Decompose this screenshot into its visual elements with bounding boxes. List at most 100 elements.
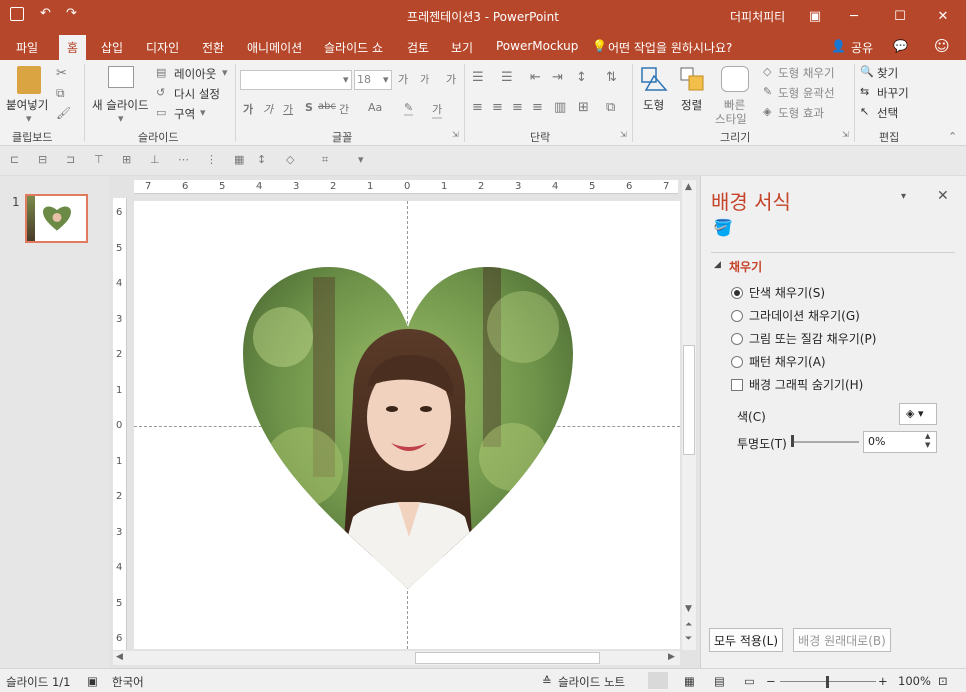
tab-transitions[interactable]: 전환	[202, 39, 224, 56]
collapse-ribbon-icon[interactable]: ⌃	[948, 130, 957, 143]
highlight-icon[interactable]: ✎	[404, 101, 414, 116]
change-case-button[interactable]: Aa	[368, 101, 382, 114]
horizontal-scrollbar[interactable]: ◀ ▶	[113, 651, 680, 665]
distribute-horizontal-icon[interactable]: ⋯	[178, 153, 189, 166]
tab-review[interactable]: 검토	[407, 39, 429, 56]
font-color-button[interactable]: 가	[432, 101, 443, 119]
layout-dropdown-icon[interactable]: ▾	[222, 66, 228, 79]
paste-icon[interactable]	[17, 66, 41, 94]
columns-icon[interactable]: ▥	[554, 100, 566, 115]
customize-toolbar-icon[interactable]: ▾	[358, 153, 364, 166]
align-right-icon[interactable]: ≡	[512, 100, 523, 115]
hide-graphics-checkbox[interactable]	[731, 378, 743, 391]
tell-me-box[interactable]: 어떤 작업을 원하시나요?	[608, 39, 732, 56]
close-icon[interactable]: ✕	[920, 0, 966, 32]
quick-styles-icon[interactable]	[721, 66, 749, 92]
zoom-slider-thumb[interactable]	[826, 676, 829, 688]
paste-dropdown-icon[interactable]: ▾	[26, 112, 32, 125]
hide-graphics-option[interactable]: 배경 그래픽 숨기기(H)	[731, 376, 863, 393]
char-spacing-button[interactable]: 간	[339, 101, 349, 117]
shape-effects-button[interactable]: 도형 효과	[778, 105, 824, 121]
scroll-down-icon[interactable]: ▼	[685, 604, 692, 614]
pane-options-icon[interactable]: ▾	[901, 191, 906, 202]
reading-view-icon[interactable]: ▤	[714, 674, 725, 688]
align-center-icon[interactable]: ≡	[492, 100, 503, 115]
align-center-tool-icon[interactable]: ⊟	[38, 153, 47, 166]
shape-outline-button[interactable]: 도형 윤곽선	[778, 85, 835, 101]
shape-tool-icon[interactable]: ◇	[286, 153, 294, 166]
zoom-out-icon[interactable]: −	[766, 674, 776, 688]
picture-fill-option[interactable]: 그림 또는 질감 채우기(P)	[731, 330, 876, 347]
align-top-tool-icon[interactable]: ⊤	[94, 153, 104, 166]
fit-to-window-icon[interactable]: ⊡	[938, 674, 948, 688]
align-bottom-tool-icon[interactable]: ⊥	[150, 153, 160, 166]
paste-button[interactable]: 붙여넣기	[6, 97, 48, 113]
scroll-right-icon[interactable]: ▶	[668, 652, 675, 662]
previous-slide-icon[interactable]: ⏶	[685, 620, 692, 630]
reset-button[interactable]: 다시 설정	[174, 86, 220, 102]
section-collapse-icon[interactable]: ◢	[714, 260, 721, 270]
tab-file[interactable]: 파일	[16, 39, 38, 56]
zoom-level[interactable]: 100%	[898, 674, 931, 688]
strikethrough-button[interactable]: abc	[318, 101, 336, 112]
pattern-fill-option[interactable]: 패턴 채우기(A)	[731, 353, 826, 370]
align-text-icon[interactable]: ⊞	[578, 100, 589, 115]
new-slide-icon[interactable]	[108, 66, 134, 88]
font-name-input[interactable]	[240, 70, 352, 90]
slide-sorter-icon[interactable]: ▦	[684, 674, 695, 688]
shadow-button[interactable]: S	[305, 101, 313, 114]
format-painter-icon[interactable]: 🖌	[56, 106, 71, 120]
align-left-icon[interactable]: ≡	[472, 100, 483, 115]
font-name-dropdown-icon[interactable]: ▾	[343, 73, 349, 86]
share-button[interactable]: 공유	[851, 39, 873, 56]
solid-fill-option[interactable]: 단색 채우기(S)	[731, 284, 825, 301]
horizontal-scroll-thumb[interactable]	[415, 652, 600, 664]
user-name[interactable]: 더피처피티	[730, 8, 785, 25]
arrange-button[interactable]: 정렬	[681, 97, 702, 113]
align-left-tool-icon[interactable]: ⊏	[10, 153, 19, 166]
distribute-vertical-icon[interactable]: ⋮	[206, 153, 217, 166]
quick-styles-button-line2[interactable]: 스타일	[715, 111, 747, 127]
vertical-scroll-thumb[interactable]	[683, 345, 695, 455]
find-button[interactable]: 찾기	[877, 65, 898, 81]
section-dropdown-icon[interactable]: ▾	[200, 106, 206, 119]
picture-fill-radio[interactable]	[731, 332, 743, 345]
arrange-icon[interactable]	[679, 66, 707, 92]
crop-tool-icon[interactable]: ⌗	[322, 153, 328, 167]
cut-icon[interactable]: ✂	[56, 66, 67, 81]
minimize-icon[interactable]: ─	[831, 0, 877, 32]
zoom-in-icon[interactable]: +	[878, 674, 888, 688]
smiley-icon[interactable]: ☺	[934, 37, 950, 55]
shapes-button[interactable]: 도형	[643, 97, 664, 113]
shape-fill-button[interactable]: 도형 채우기	[778, 65, 835, 81]
solid-fill-radio[interactable]	[731, 286, 743, 299]
scroll-up-icon[interactable]: ▲	[685, 182, 692, 192]
spell-check-icon[interactable]: ▣	[87, 674, 98, 688]
slide-thumbnail[interactable]	[25, 194, 88, 243]
decrease-indent-icon[interactable]: ⇤	[530, 70, 541, 85]
align-right-tool-icon[interactable]: ⊐	[66, 153, 75, 166]
increase-indent-icon[interactable]: ⇥	[552, 70, 563, 85]
next-slide-icon[interactable]: ⏷	[685, 634, 692, 644]
shapes-icon[interactable]	[640, 66, 668, 92]
grow-font-button[interactable]: 가	[398, 71, 408, 87]
select-button[interactable]: 선택	[877, 105, 898, 121]
bullets-icon[interactable]: ☰	[472, 70, 484, 85]
notes-button[interactable]: 슬라이드 노트	[558, 674, 625, 690]
justify-icon[interactable]: ≡	[532, 100, 543, 115]
italic-button[interactable]: 가	[263, 101, 273, 117]
gradient-fill-option[interactable]: 그라데이션 채우기(G)	[731, 307, 860, 324]
comment-icon[interactable]: 💬	[893, 39, 908, 53]
bold-button[interactable]: 가	[243, 101, 253, 117]
tab-animations[interactable]: 애니메이션	[247, 39, 302, 56]
slide-counter[interactable]: 슬라이드 1/1	[6, 674, 70, 690]
fill-section-header[interactable]: 채우기	[729, 258, 762, 275]
tab-home[interactable]: 홈	[59, 35, 87, 60]
transparency-spinner-icon[interactable]: ▲ ▼	[925, 432, 930, 450]
gradient-fill-radio[interactable]	[731, 309, 743, 322]
color-picker-button[interactable]: ◈ ▾	[899, 403, 937, 425]
align-middle-tool-icon[interactable]: ⊞	[122, 153, 131, 166]
layout-button[interactable]: 레이아웃	[174, 66, 216, 82]
pattern-fill-radio[interactable]	[731, 355, 743, 368]
font-size-dropdown-icon[interactable]: ▾	[383, 73, 389, 86]
